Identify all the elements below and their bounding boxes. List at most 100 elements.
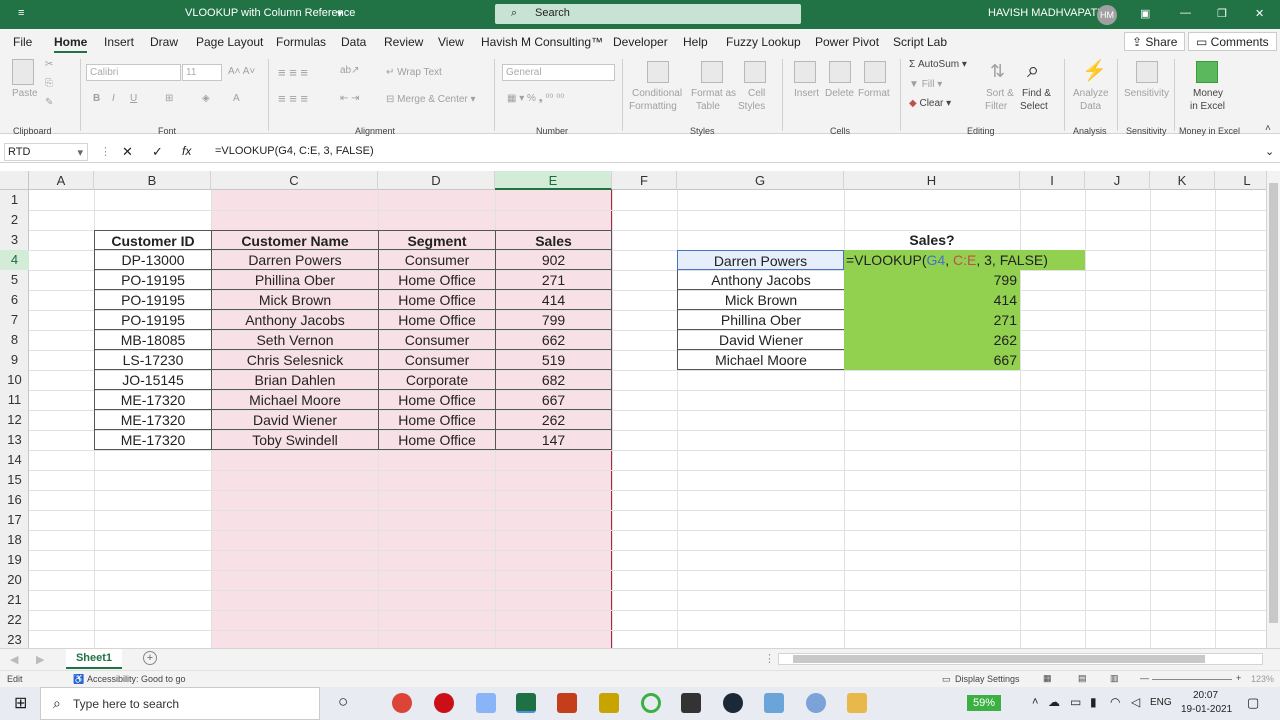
find-select-icon[interactable]: ⌕ xyxy=(1027,57,1039,83)
minimize-icon[interactable]: — xyxy=(1180,7,1191,19)
indent-icon[interactable]: ⇤ ⇥ xyxy=(340,93,360,104)
font-name-select[interactable]: Calibri xyxy=(86,64,181,81)
lookup-name-cell[interactable]: Anthony Jacobs xyxy=(677,270,844,290)
zoom-out-icon[interactable]: — xyxy=(1140,673,1149,683)
conditional-formatting-icon[interactable] xyxy=(647,61,669,83)
table-cell[interactable]: Consumer xyxy=(378,350,495,370)
tab-home[interactable]: Home xyxy=(54,35,88,53)
table-cell[interactable]: Phillina Ober xyxy=(211,270,378,290)
table-cell[interactable]: Home Office xyxy=(378,290,495,310)
powerpoint-icon[interactable] xyxy=(557,693,577,713)
network-icon[interactable]: ▭ xyxy=(1070,695,1081,709)
italic-button[interactable]: I xyxy=(112,93,115,104)
copy-icon[interactable]: ⎘ xyxy=(45,78,53,89)
row-header[interactable]: 5 xyxy=(0,270,29,290)
column-header-b[interactable]: B xyxy=(94,171,211,190)
table-cell[interactable]: Michael Moore xyxy=(211,390,378,410)
terminal-icon[interactable] xyxy=(681,693,701,713)
cortana-icon[interactable]: ○ xyxy=(338,692,348,712)
column-header-d[interactable]: D xyxy=(378,171,495,190)
table-cell[interactable]: Home Office xyxy=(378,270,495,290)
active-formula-cell[interactable]: =VLOOKUP(G4, C:E, 3, FALSE) xyxy=(844,250,1085,270)
lookup-result-cell[interactable]: 667 xyxy=(844,350,1020,370)
column-header-h[interactable]: H xyxy=(844,171,1020,190)
in-excel-label[interactable]: in Excel xyxy=(1190,101,1225,112)
table-cell[interactable]: 271 xyxy=(495,270,612,290)
table-cell[interactable]: ME-17320 xyxy=(94,390,211,410)
horizontal-scrollbar[interactable] xyxy=(778,653,1263,665)
tab-help[interactable]: Help xyxy=(683,35,708,49)
tray-chevron-icon[interactable]: ˄ xyxy=(1032,696,1038,708)
table-cell[interactable]: MB-18085 xyxy=(94,330,211,350)
table-cell[interactable]: PO-19195 xyxy=(94,310,211,330)
money-label[interactable]: Money xyxy=(1193,88,1223,99)
lookup-name-cell[interactable]: Phillina Ober xyxy=(677,310,844,330)
row-header[interactable]: 21 xyxy=(0,590,29,610)
file-explorer-icon[interactable] xyxy=(847,693,867,713)
cell-grid[interactable]: Customer ID Customer Name Segment Sales DP-1… xyxy=(29,190,1266,648)
share-button[interactable]: ⇪ Share xyxy=(1124,32,1186,51)
name-box[interactable]: RTD ▾ xyxy=(4,143,88,161)
table-cell[interactable]: LS-17230 xyxy=(94,350,211,370)
table-cell[interactable]: Home Office xyxy=(378,410,495,430)
align-top-icon[interactable]: ≡ ≡ ≡ xyxy=(278,65,308,80)
column-header-g[interactable]: G xyxy=(677,171,844,190)
table-cell[interactable]: Anthony Jacobs xyxy=(211,310,378,330)
styles-label[interactable]: Styles xyxy=(738,101,765,112)
lookup-result-cell[interactable]: 799 xyxy=(844,270,1020,290)
cut-icon[interactable]: ✂ xyxy=(45,59,53,70)
table-cell[interactable]: Home Office xyxy=(378,390,495,410)
lookup-header-cell[interactable]: Sales? xyxy=(844,230,1020,250)
maximize-icon[interactable]: ❐ xyxy=(1217,7,1227,20)
enter-icon[interactable]: ✓ xyxy=(152,144,163,160)
insert-cells-icon[interactable] xyxy=(794,61,816,83)
battery-icon[interactable]: ▮ xyxy=(1090,695,1097,709)
tab-draw[interactable]: Draw xyxy=(150,35,178,49)
table-cell[interactable]: ME-17320 xyxy=(94,430,211,450)
chrome-icon[interactable] xyxy=(392,693,412,713)
table-header-cell[interactable]: Segment xyxy=(378,230,495,250)
tab-havish-consulting[interactable]: Havish M Consulting™ xyxy=(481,35,603,49)
delete-label[interactable]: Delete xyxy=(825,88,854,99)
table-cell[interactable]: 519 xyxy=(495,350,612,370)
select-all-corner[interactable] xyxy=(0,171,29,190)
bold-button[interactable]: B xyxy=(93,93,100,104)
quick-access-icon[interactable]: ≡ xyxy=(18,7,24,19)
table-cell[interactable]: Home Office xyxy=(378,310,495,330)
sort-label[interactable]: Sort & xyxy=(986,88,1014,99)
comments-button[interactable]: ▭ Comments xyxy=(1188,32,1277,51)
lookup-result-cell[interactable]: 414 xyxy=(844,290,1020,310)
chevron-down-icon[interactable]: ▾ xyxy=(77,146,83,159)
zoom-slider[interactable] xyxy=(1152,679,1232,680)
scrollbar-thumb[interactable] xyxy=(1269,183,1278,623)
column-header-a[interactable]: A xyxy=(29,171,94,190)
filter-label[interactable]: Filter xyxy=(985,101,1007,112)
tab-data[interactable]: Data xyxy=(341,35,366,49)
underline-button[interactable]: U xyxy=(130,93,137,104)
table-cell[interactable]: Mick Brown xyxy=(211,290,378,310)
row-header[interactable]: 9 xyxy=(0,350,29,370)
column-header-k[interactable]: K xyxy=(1150,171,1215,190)
notepad-icon[interactable] xyxy=(476,693,496,713)
table-cell[interactable]: DP-13000 xyxy=(94,250,211,270)
expand-formula-bar-icon[interactable]: ⌄ xyxy=(1265,145,1274,158)
table-cell[interactable]: 682 xyxy=(495,370,612,390)
table-cell[interactable]: Home Office xyxy=(378,430,495,450)
clear-button[interactable]: ◆ Clear ▾ xyxy=(909,98,951,109)
tab-view[interactable]: View xyxy=(438,35,464,49)
row-header[interactable]: 11 xyxy=(0,390,29,410)
r-icon[interactable] xyxy=(806,693,826,713)
table-cell[interactable]: 667 xyxy=(495,390,612,410)
row-header[interactable]: 7 xyxy=(0,310,29,330)
steam-icon[interactable] xyxy=(723,693,743,713)
paste-icon[interactable] xyxy=(12,59,34,85)
row-header[interactable]: 13 xyxy=(0,430,29,450)
insert-function-icon[interactable]: fx xyxy=(182,144,191,158)
tab-file[interactable]: File xyxy=(13,35,32,49)
number-format-select[interactable]: General xyxy=(502,64,615,81)
next-sheet-icon[interactable]: ▶ xyxy=(36,653,44,666)
format-label[interactable]: Format xyxy=(858,88,890,99)
table-cell[interactable]: Consumer xyxy=(378,330,495,350)
table-cell[interactable]: 662 xyxy=(495,330,612,350)
currency-icon[interactable]: ▦ ▾ % ❟ ⁰⁰ ⁰⁰ xyxy=(507,93,564,104)
